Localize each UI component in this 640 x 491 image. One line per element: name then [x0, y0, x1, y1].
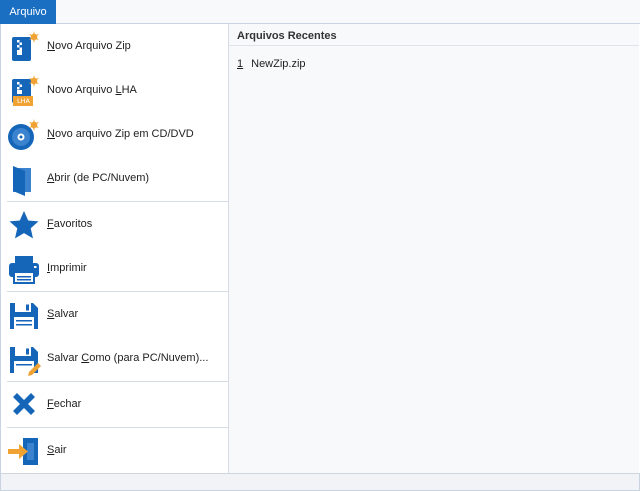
new-lha-label: Novo Arquivo LHA	[47, 84, 137, 96]
recent-file-name: NewZip.zip	[251, 58, 306, 70]
star-icon	[7, 208, 41, 242]
recent-file-number: 1	[237, 58, 244, 70]
recent-file-item[interactable]: 1 NewZip.zip	[237, 56, 306, 72]
favorites-item[interactable]: Favoritos	[1, 202, 229, 246]
recent-files-panel: Arquivos Recentes 1 NewZip.zip	[229, 24, 639, 473]
save-as-icon	[7, 342, 41, 376]
status-bar	[0, 473, 640, 491]
exit-label: Sair	[47, 444, 67, 456]
new-zip-cd-item[interactable]: Novo arquivo Zip em CD/DVD	[1, 112, 229, 156]
save-item[interactable]: Salvar	[1, 292, 229, 336]
file-tab[interactable]: Arquivo	[0, 0, 56, 24]
floppy-disk-icon	[7, 298, 41, 332]
open-label: Abrir (de PC/Nuvem)	[47, 172, 150, 184]
new-zip-label: Novo Arquivo Zip	[47, 40, 131, 52]
disc-icon	[7, 118, 41, 152]
open-item[interactable]: Abrir (de PC/Nuvem)	[1, 156, 229, 200]
new-lha-icon: LHA	[7, 74, 41, 108]
recent-files-header: Arquivos Recentes	[237, 30, 337, 42]
close-item[interactable]: Fechar	[1, 382, 229, 426]
print-item[interactable]: Imprimir	[1, 246, 229, 290]
exit-item[interactable]: Sair	[1, 428, 229, 472]
printer-icon	[7, 252, 41, 286]
print-label: Imprimir	[47, 262, 87, 274]
new-zip-icon	[7, 30, 41, 64]
new-zip-cd-label: Novo arquivo Zip em CD/DVD	[47, 128, 194, 140]
favorites-label: Favoritos	[47, 218, 93, 230]
menu-bar: Arquivo	[0, 0, 640, 24]
save-as-label: Salvar Como (para PC/Nuvem)...	[47, 352, 209, 364]
open-folder-icon	[7, 162, 41, 196]
exit-door-icon	[7, 434, 41, 468]
close-label: Fechar	[47, 398, 82, 410]
new-zip-item[interactable]: Novo Arquivo Zip	[1, 24, 229, 68]
save-as-item[interactable]: Salvar Como (para PC/Nuvem)...	[1, 336, 229, 380]
header-divider	[229, 45, 639, 46]
save-label: Salvar	[47, 308, 79, 320]
new-lha-item[interactable]: LHA Novo Arquivo LHA	[1, 68, 229, 112]
lha-badge: LHA	[17, 97, 30, 105]
file-menu: Novo Arquivo Zip LHA Novo Arquivo LHA No…	[0, 24, 229, 473]
close-icon	[7, 388, 41, 422]
